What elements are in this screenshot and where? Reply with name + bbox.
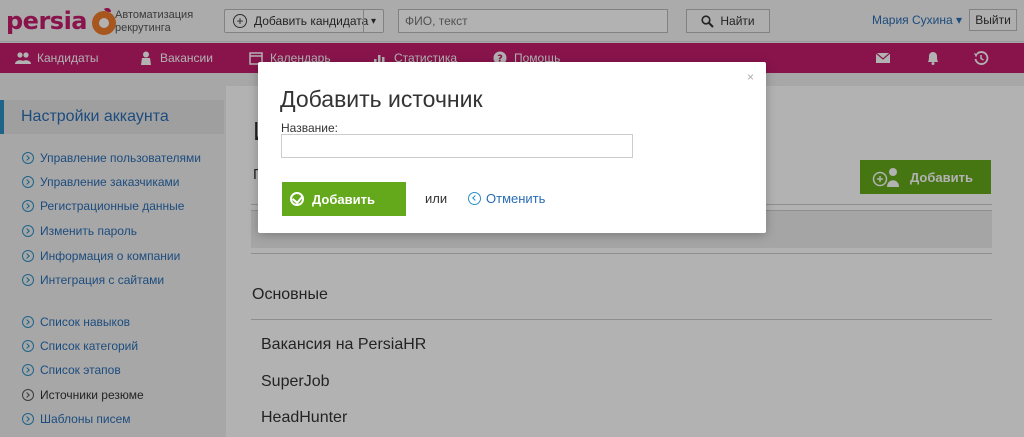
- add-source-dialog: × Добавить источник Название: Добавить и…: [258, 62, 766, 233]
- cancel-link[interactable]: Отменить: [468, 191, 545, 206]
- dialog-title: Добавить источник: [280, 86, 483, 112]
- or-text: или: [425, 191, 448, 206]
- name-input[interactable]: [281, 134, 633, 158]
- submit-button[interactable]: Добавить: [282, 182, 406, 216]
- check-circle-icon: [290, 192, 304, 206]
- cancel-label: Отменить: [486, 191, 546, 206]
- close-icon[interactable]: ×: [747, 70, 754, 84]
- name-label: Название:: [281, 121, 338, 135]
- submit-label: Добавить: [312, 191, 375, 207]
- chevron-left-circle-icon: [468, 192, 481, 205]
